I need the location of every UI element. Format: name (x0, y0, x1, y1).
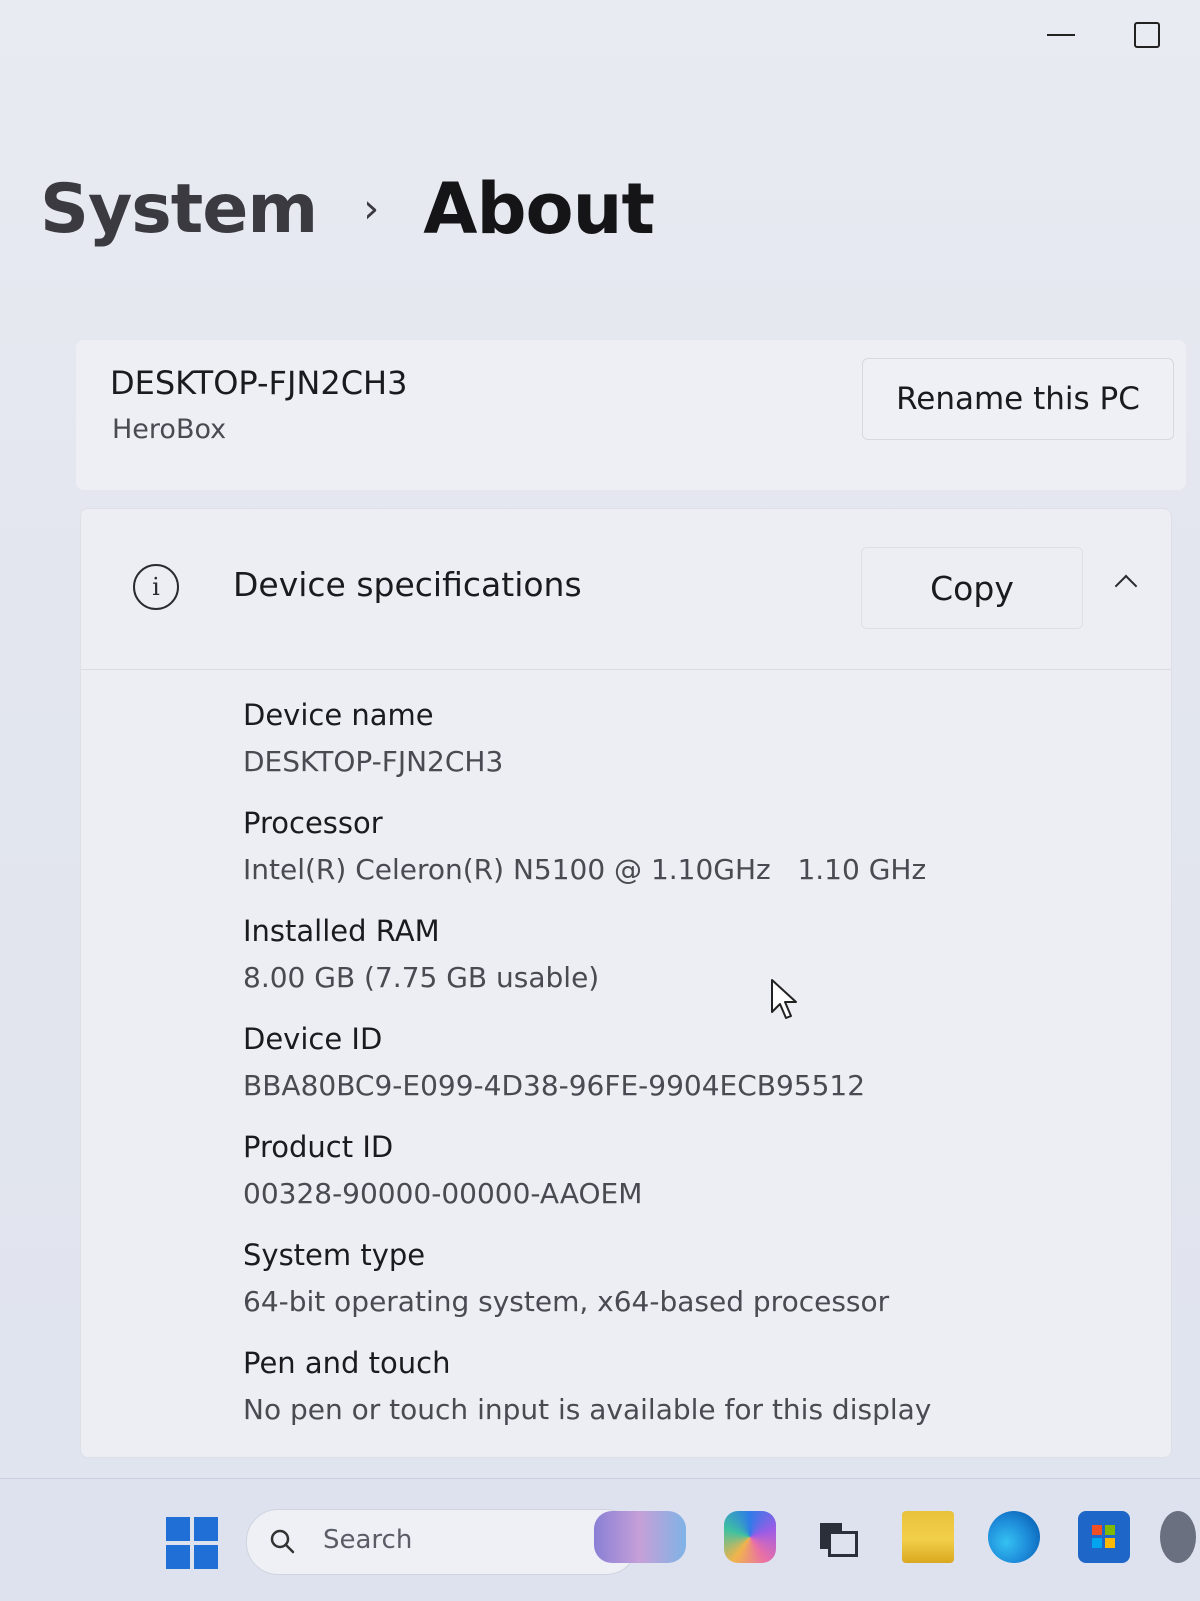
store-icon[interactable] (1078, 1511, 1130, 1563)
pc-name: DESKTOP-FJN2CH3 (110, 364, 408, 402)
edge-icon[interactable] (988, 1511, 1040, 1563)
pc-model: HeroBox (112, 414, 227, 445)
breadcrumb-chevron-icon: › (363, 186, 380, 232)
spec-value: DESKTOP-FJN2CH3 (243, 745, 504, 778)
settings-window: System › About DESKTOP-FJN2CH3 HeroBox R… (0, 0, 1200, 1478)
breadcrumb-system[interactable]: System (40, 170, 318, 249)
spec-value: 64-bit operating system, x64-based proce… (243, 1285, 890, 1318)
search-placeholder: Search (323, 1525, 413, 1555)
minimize-button[interactable] (1046, 20, 1076, 50)
spec-row-processor: Processor Intel(R) Celeron(R) N5100 @ 1.… (243, 801, 1143, 901)
task-view-icon[interactable] (810, 1511, 862, 1563)
window-controls (1046, 20, 1162, 50)
device-specifications-card: i Device specifications Copy Device name… (80, 508, 1172, 1458)
spec-row-system-type: System type 64-bit operating system, x64… (243, 1233, 1143, 1333)
file-explorer-icon[interactable] (902, 1511, 954, 1563)
spec-value: No pen or touch input is available for t… (243, 1393, 932, 1426)
spec-label: System type (243, 1238, 426, 1272)
chevron-up-icon[interactable] (1113, 569, 1139, 595)
spec-row-installed-ram: Installed RAM 8.00 GB (7.75 GB usable) (243, 909, 1143, 1009)
settings-icon[interactable] (1160, 1511, 1196, 1563)
spec-label: Product ID (243, 1130, 394, 1164)
spec-list: Device name DESKTOP-FJN2CH3 Processor In… (243, 693, 1143, 1449)
spec-label: Pen and touch (243, 1346, 451, 1380)
spec-value: 00328-90000-00000-AAOEM (243, 1177, 643, 1210)
spec-value: BBA80BC9-E099-4D38-96FE-9904ECB95512 (243, 1069, 866, 1102)
spec-label: Device name (243, 698, 434, 732)
device-specifications-title: Device specifications (233, 565, 582, 604)
copy-button[interactable]: Copy (861, 547, 1083, 629)
spec-label: Device ID (243, 1022, 383, 1056)
pc-name-card: DESKTOP-FJN2CH3 HeroBox Rename this PC (76, 340, 1186, 490)
info-icon: i (133, 564, 179, 610)
spec-row-pen-and-touch: Pen and touch No pen or touch input is a… (243, 1341, 1143, 1441)
spec-value: 8.00 GB (7.75 GB usable) (243, 961, 600, 994)
taskbar: Search (0, 1478, 1200, 1601)
copilot-icon[interactable] (724, 1511, 776, 1563)
search-icon (270, 1529, 295, 1554)
breadcrumb: System › About (40, 168, 655, 250)
spec-row-device-id: Device ID BBA80BC9-E099-4D38-96FE-9904EC… (243, 1017, 1143, 1117)
widgets-icon[interactable] (594, 1511, 686, 1563)
maximize-icon (1134, 22, 1160, 48)
page-title: About (423, 168, 655, 250)
mouse-cursor-icon (771, 979, 797, 1019)
spec-row-device-name: Device name DESKTOP-FJN2CH3 (243, 693, 1143, 793)
spec-row-product-id: Product ID 00328-90000-00000-AAOEM (243, 1125, 1143, 1225)
device-specifications-header[interactable]: i Device specifications Copy (81, 509, 1171, 670)
spec-label: Processor (243, 806, 383, 840)
rename-pc-button[interactable]: Rename this PC (862, 358, 1174, 440)
search-input[interactable]: Search (246, 1509, 638, 1575)
spec-label: Installed RAM (243, 914, 440, 948)
start-icon[interactable] (166, 1517, 218, 1569)
minimize-icon (1047, 34, 1075, 36)
spec-value: Intel(R) Celeron(R) N5100 @ 1.10GHz 1.10… (243, 853, 927, 886)
maximize-button[interactable] (1132, 20, 1162, 50)
